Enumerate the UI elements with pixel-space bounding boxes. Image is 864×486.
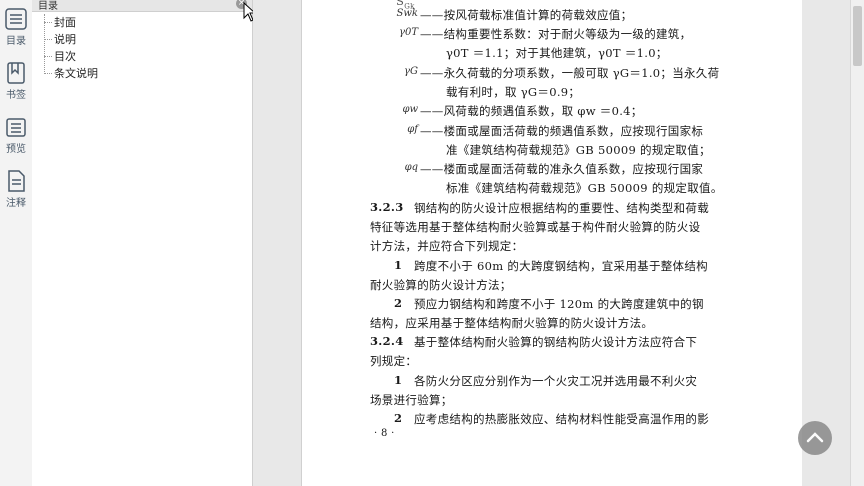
paragraph-line: 结构，应采用基于整体结构耐火验算的防火设计方法。 [370, 316, 654, 330]
page-gutter-left [253, 0, 301, 486]
item-number: 2 [394, 411, 403, 425]
paragraph-line: 钢结构的防火设计应根据结构的重要性、结构类型和荷载 [414, 201, 709, 215]
symbol: φw [402, 104, 418, 115]
paragraph-line: 基于整体结构耐火验算的钢结构防火设计方法应符合下 [414, 335, 698, 349]
document-page: SGk Swk ——按风荷载标准值计算的荷载效应值； γ0T ——结构重要性系数… [301, 0, 803, 486]
paragraph-line: 应考虑结构的热膨胀效应、结构材料性能受高温作用的影 [414, 412, 709, 426]
paragraph-line: 跨度不小于 60m 的大跨度钢结构，宜采用基于整体结构 [414, 259, 708, 273]
item-number: 1 [394, 258, 403, 272]
paragraph-line: 特征等选用基于整体结构耐火验算或基于构件耐火验算的防火设 [370, 220, 701, 234]
definition-line: 载有利时，取 γG＝0.9； [446, 85, 581, 99]
page-number: · 8 · [374, 428, 395, 439]
rail-label-preview: 预览 [6, 144, 26, 155]
bookmark-icon [7, 62, 25, 84]
rail-item-notes[interactable]: 注释 [0, 170, 32, 209]
symbol: Swk [396, 8, 418, 19]
definition-line: ——风荷载的频遇值系数，取 φw ＝0.4； [420, 104, 643, 118]
symbol: γG [404, 66, 418, 77]
clause-number: 3.2.3 [370, 200, 404, 214]
scrollbar-thumb[interactable] [853, 6, 862, 66]
definition-line: ——按风荷载标准值计算的荷载效应值； [420, 8, 633, 22]
outline-list: 封面 说明 目次 条文说明 [40, 14, 98, 82]
rail-label-bookmark: 书签 [6, 90, 26, 101]
definition-line: γ0T ＝1.1；对于其他建筑，γ0T ＝1.0； [446, 46, 668, 60]
item-number: 1 [394, 373, 403, 387]
outline-item-commentary[interactable]: 条文说明 [40, 65, 98, 82]
scroll-to-top-button[interactable] [798, 421, 832, 455]
paragraph-line: 计方法，并应符合下列规定： [370, 239, 524, 253]
definition-line: 标准《建筑结构荷载规范》GB 50009 的规定取值。 [446, 181, 723, 195]
outline-title: 目录 [38, 1, 58, 12]
left-rail: 目录 书签 预览 注释 [0, 0, 33, 486]
paragraph-line: 预应力钢结构和跨度不小于 120m 的大跨度建筑中的钢 [414, 297, 704, 311]
paragraph-line: 各防火分区应分别作为一个火灾工况并选用最不利火灾 [414, 374, 698, 388]
symbol: φf [407, 124, 418, 135]
rail-item-preview[interactable]: 预览 [0, 116, 32, 155]
definition-line: ——楼面或屋面活荷载的准永久值系数，应按现行国家 [420, 162, 704, 176]
paragraph-line: 场景进行验算； [370, 393, 453, 407]
vertical-scrollbar[interactable] [850, 0, 864, 486]
note-icon [8, 170, 25, 192]
definition-line: ——结构重要性系数：对于耐火等级为一级的建筑， [420, 27, 692, 41]
item-number: 2 [394, 296, 403, 310]
outline-header: 目录 × [32, 0, 252, 12]
rail-label-toc: 目录 [6, 36, 26, 47]
definition-line: ——永久荷载的分项系数，一般可取 γG＝1.0；当永久荷 [420, 66, 720, 80]
symbol: γ0T [398, 27, 418, 38]
paragraph-line: 列规定： [370, 354, 418, 368]
definition-line: ——楼面或屋面活荷载的频遇值系数，应按现行国家标 [420, 124, 704, 138]
outline-item-cover[interactable]: 封面 [40, 14, 98, 31]
definition-line: 准《建筑结构荷载规范》GB 50009 的规定取值； [446, 143, 711, 157]
symbol: φq [404, 162, 418, 173]
outline-panel: 目录 × 封面 说明 目次 条文说明 [32, 0, 253, 486]
chevron-up-icon [806, 432, 824, 443]
rail-item-bookmark[interactable]: 书签 [0, 62, 32, 101]
preview-icon [6, 118, 26, 137]
paragraph-line: 耐火验算的防火设计方法； [370, 278, 512, 292]
clause-number: 3.2.4 [370, 334, 404, 348]
outline-item-contents[interactable]: 目次 [40, 48, 98, 65]
rail-label-notes: 注释 [6, 198, 26, 209]
rail-item-toc[interactable]: 目录 [0, 8, 32, 47]
page-gutter-right [802, 0, 850, 486]
outline-item-notes[interactable]: 说明 [40, 31, 98, 48]
list-icon [5, 8, 27, 30]
